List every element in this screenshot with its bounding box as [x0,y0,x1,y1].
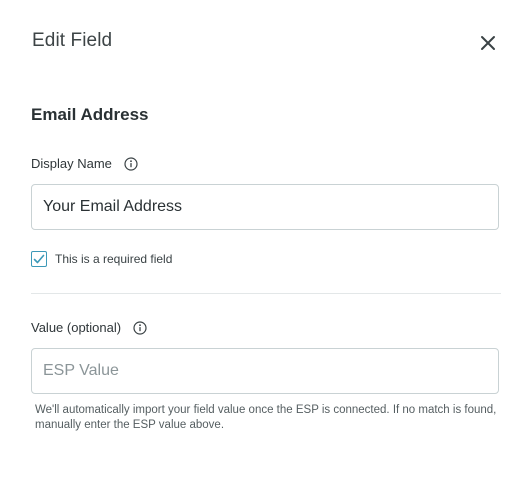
value-label-row: Value (optional) [31,320,147,335]
field-name-heading: Email Address [31,105,149,124]
info-icon[interactable] [133,320,147,335]
section-divider [31,293,501,294]
close-button[interactable] [476,31,500,55]
display-name-label: Display Name [31,156,112,171]
edit-field-panel: Edit Field Email Address Display Name Th… [0,0,531,478]
required-field-checkbox-row[interactable]: This is a required field [31,251,172,267]
checkmark-icon [33,254,45,264]
required-checkbox[interactable] [31,251,47,267]
required-checkbox-label: This is a required field [55,252,173,266]
info-icon[interactable] [124,156,138,171]
display-name-label-row: Display Name [31,156,138,171]
panel-title: Edit Field [32,30,113,51]
display-name-input[interactable] [31,184,499,230]
esp-value-help-text: We'll automatically import your field va… [35,404,497,431]
esp-value-input[interactable] [31,348,499,394]
close-icon [481,36,495,50]
value-label: Value (optional) [31,320,122,335]
